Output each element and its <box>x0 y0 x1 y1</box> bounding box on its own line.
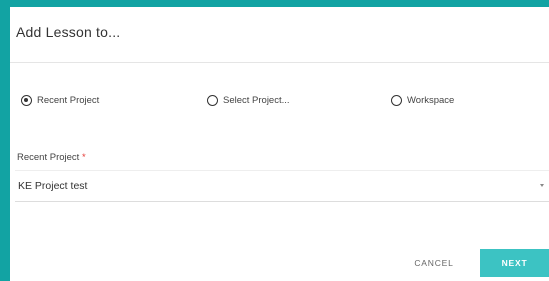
recent-project-field-label: Recent Project * <box>17 152 86 163</box>
radio-unchecked-icon[interactable] <box>207 95 218 106</box>
recent-project-select-value: KE Project test <box>18 180 88 192</box>
radio-unchecked-icon[interactable] <box>391 95 402 106</box>
recent-project-select[interactable]: KE Project test <box>15 170 549 202</box>
radio-label-recent-project: Recent Project <box>37 95 100 106</box>
radio-label-select-project: Select Project... <box>223 95 290 106</box>
next-button[interactable]: NEXT <box>480 249 549 277</box>
caret-down-icon <box>540 184 544 187</box>
add-lesson-dialog: Add Lesson to... Recent Project Select P… <box>10 7 549 281</box>
radio-select-project[interactable]: Select Project... <box>207 95 290 106</box>
radio-recent-project[interactable]: Recent Project <box>21 95 99 106</box>
recent-project-label-text: Recent Project <box>17 152 80 163</box>
title-divider <box>10 62 549 63</box>
dialog-title: Add Lesson to... <box>16 24 121 40</box>
cancel-button[interactable]: CANCEL <box>406 251 462 275</box>
radio-label-workspace: Workspace <box>407 95 455 106</box>
radio-checked-icon[interactable] <box>21 95 32 106</box>
radio-workspace[interactable]: Workspace <box>391 95 454 106</box>
required-marker: * <box>81 152 86 163</box>
